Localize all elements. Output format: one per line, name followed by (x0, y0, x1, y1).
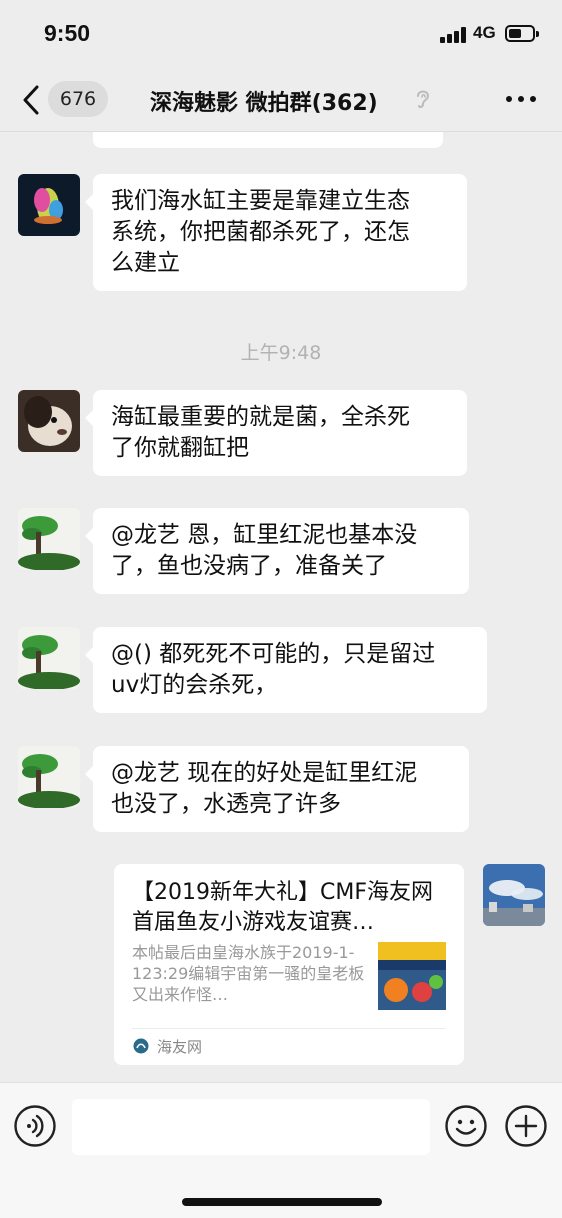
link-card-source: 海友网 (157, 1038, 203, 1056)
nav-bar: 676 深海魅影 微拍群(362) (0, 70, 562, 132)
chat-area[interactable]: 我们海水缸主要是靠建立生态 系统，你把菌都杀死了，还怎 么建立 上午9:48 海… (0, 132, 562, 1082)
message-line: 了，鱼也没病了，准备关了 (111, 553, 387, 579)
message-bubble[interactable]: 海缸最重要的就是菌，全杀死 了你就翻缸把 (85, 390, 467, 476)
message-line: 我们海水缸主要是靠建立生态 (111, 188, 410, 214)
message-line: 了你就翻缸把 (111, 435, 249, 461)
more-icon[interactable] (506, 96, 536, 104)
back-icon[interactable] (20, 84, 42, 116)
source-logo-icon (133, 1038, 149, 1054)
message-line: 也没了，水透亮了许多 (111, 791, 341, 817)
link-card-thumbnail (378, 942, 446, 1010)
link-card[interactable]: 【2019新年大礼】CMF海友网首届鱼友小游戏友谊赛… 本帖最后由皇海水族于20… (114, 864, 464, 1065)
message-line: 海缸最重要的就是菌，全杀死 (111, 404, 410, 430)
link-card-title: 【2019新年大礼】CMF海友网首届鱼友小游戏友谊赛… (132, 880, 433, 935)
link-card-divider (132, 1028, 446, 1029)
message-bubble[interactable]: @() 都死死不可能的，只是留过 uv灯的会杀死， (85, 627, 487, 713)
home-indicator[interactable] (182, 1198, 382, 1206)
message-line: @龙艺 恩，缸里红泥也基本没 (111, 522, 418, 548)
link-card-description: 本帖最后由皇海水族于2019-1-123:29编辑宇宙第一骚的皇老板又出来作怪… (132, 943, 365, 1004)
ear-icon (417, 90, 430, 109)
message-line: @龙艺 现在的好处是缸里红泥 (111, 760, 418, 786)
chat-title: 深海魅影 微拍群(362) (150, 91, 378, 116)
avatar[interactable] (18, 174, 80, 236)
avatar[interactable] (18, 627, 80, 689)
voice-icon[interactable] (14, 1105, 56, 1147)
status-time: 9:50 (44, 20, 91, 46)
avatar[interactable] (18, 390, 80, 452)
message-line: 么建立 (111, 250, 180, 276)
plus-icon[interactable] (505, 1105, 547, 1147)
signal-icon (440, 27, 466, 43)
message-bubble[interactable]: @龙艺 恩，缸里红泥也基本没 了，鱼也没病了，准备关了 (85, 508, 469, 594)
unread-count-badge[interactable]: 676 (48, 81, 108, 117)
network-label: 4G (473, 23, 496, 42)
status-bar: 9:50 4G (0, 0, 562, 70)
message-bubble-partial (93, 132, 443, 148)
message-line: 系统，你把菌都杀死了，还怎 (111, 219, 410, 245)
avatar[interactable] (18, 746, 80, 808)
message-bubble[interactable]: 我们海水缸主要是靠建立生态 系统，你把菌都杀死了，还怎 么建立 (85, 174, 467, 291)
message-bubble[interactable]: @龙艺 现在的好处是缸里红泥 也没了，水透亮了许多 (85, 746, 469, 832)
battery-icon (505, 25, 539, 42)
emoji-icon[interactable] (445, 1105, 487, 1147)
message-line: uv灯的会杀死， (111, 672, 278, 698)
message-input[interactable] (72, 1099, 430, 1155)
message-line: @() 都死死不可能的，只是留过 (111, 641, 436, 667)
avatar[interactable] (18, 508, 80, 570)
time-divider: 上午9:48 (240, 342, 322, 364)
my-avatar[interactable] (483, 864, 545, 926)
